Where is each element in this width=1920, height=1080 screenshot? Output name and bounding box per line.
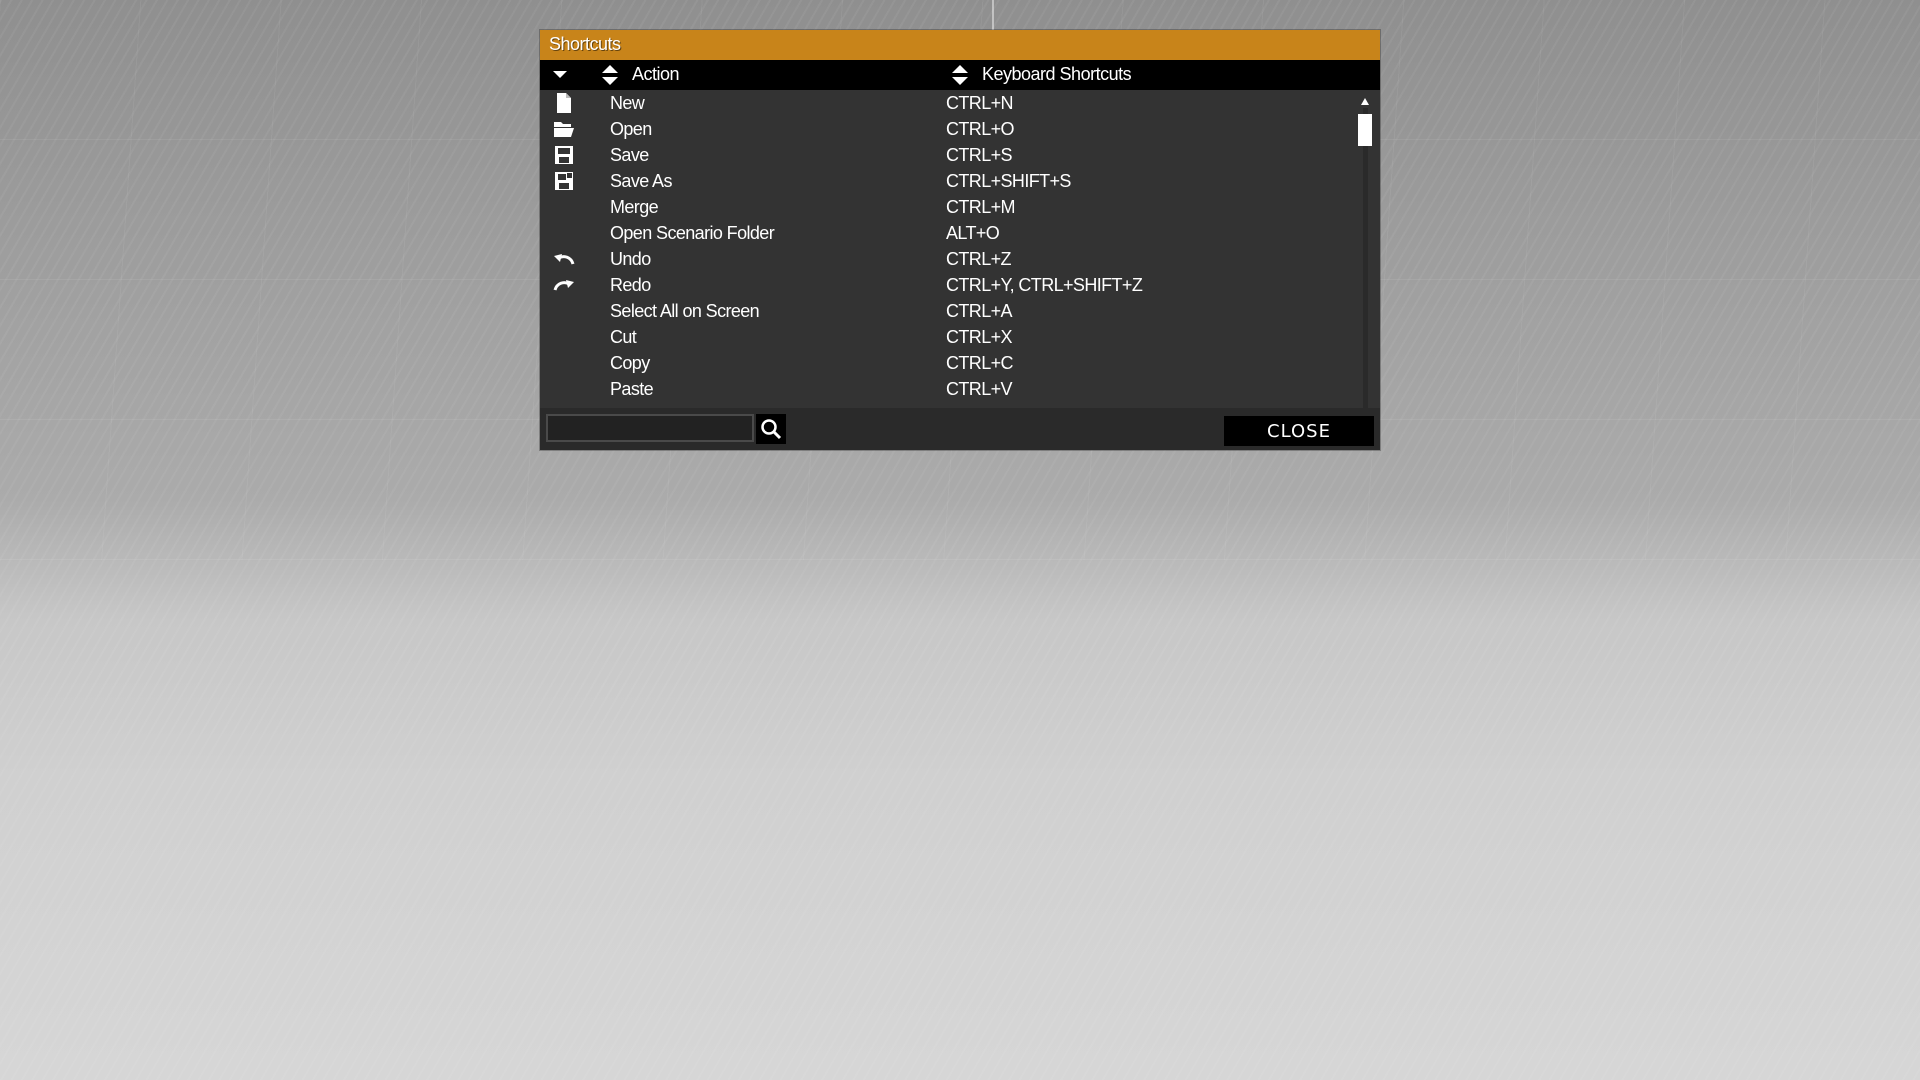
- scroll-up-arrow-icon[interactable]: [1360, 94, 1370, 105]
- shortcut-keys: CTRL+V: [946, 379, 1013, 399]
- shortcut-keys: CTRL+Y, CTRL+SHIFT+Z: [946, 275, 1143, 295]
- shortcut-keys: CTRL+C: [946, 353, 1014, 373]
- list-item[interactable]: Save As CTRL+SHIFT+S: [540, 168, 1360, 194]
- undo-icon: [552, 249, 576, 269]
- list-item[interactable]: Open Scenario Folder ALT+O: [540, 220, 1360, 246]
- shortcut-keys: CTRL+Z: [946, 249, 1012, 269]
- shortcut-keys: CTRL+S: [946, 145, 1013, 165]
- list-item[interactable]: Merge CTRL+M: [540, 194, 1360, 220]
- list-item[interactable]: Undo CTRL+Z: [540, 246, 1360, 272]
- shortcut-keys: ALT+O: [946, 223, 1000, 243]
- action-label: Save: [610, 145, 649, 165]
- close-button[interactable]: CLOSE: [1224, 416, 1374, 446]
- sort-shortcut-icon[interactable]: [950, 64, 970, 86]
- shortcut-keys: CTRL+SHIFT+S: [946, 171, 1071, 191]
- list-item[interactable]: New CTRL+N: [540, 90, 1360, 116]
- save-icon: [552, 145, 576, 165]
- column-header-action[interactable]: Action: [632, 64, 680, 85]
- column-header-shortcuts[interactable]: Keyboard Shortcuts: [982, 64, 1132, 85]
- dialog-title: Shortcuts: [549, 34, 621, 54]
- dialog-titlebar[interactable]: Shortcuts: [540, 30, 1380, 60]
- sort-action-icon[interactable]: [600, 64, 620, 86]
- dialog-footer: CLOSE: [540, 408, 1380, 450]
- list-item[interactable]: Paste CTRL+V: [540, 376, 1360, 402]
- new-file-icon: [552, 93, 576, 113]
- background-line: [992, 0, 994, 30]
- save-as-icon: [552, 171, 576, 191]
- shortcut-list: New CTRL+N Open CTRL+O Save CTRL+S Save …: [540, 90, 1360, 438]
- scroll-track[interactable]: [1363, 108, 1368, 414]
- shortcut-keys: CTRL+M: [946, 197, 1016, 217]
- search-input[interactable]: [546, 414, 754, 442]
- action-label: Copy: [610, 353, 650, 373]
- list-item[interactable]: Open CTRL+O: [540, 116, 1360, 142]
- shortcut-keys: CTRL+A: [946, 301, 1013, 321]
- action-label: Redo: [610, 275, 651, 295]
- action-label: Select All on Screen: [610, 301, 760, 321]
- action-label: Merge: [610, 197, 659, 217]
- shortcuts-dialog: Shortcuts Action Keyboard Shortcuts New …: [540, 30, 1380, 450]
- shortcut-keys: CTRL+X: [946, 327, 1013, 347]
- scroll-thumb[interactable]: [1358, 114, 1372, 146]
- action-label: Undo: [610, 249, 651, 269]
- action-label: New: [610, 93, 645, 113]
- list-item[interactable]: Cut CTRL+X: [540, 324, 1360, 350]
- shortcut-keys: CTRL+O: [946, 119, 1015, 139]
- redo-icon: [552, 275, 576, 295]
- search-icon[interactable]: [756, 414, 786, 444]
- list-header: Action Keyboard Shortcuts: [540, 60, 1380, 90]
- list-scrollbar[interactable]: [1356, 92, 1374, 436]
- action-label: Save As: [610, 171, 672, 191]
- folder-open-icon: [552, 119, 576, 139]
- action-label: Paste: [610, 379, 654, 399]
- shortcut-keys: CTRL+N: [946, 93, 1014, 113]
- list-item[interactable]: Copy CTRL+C: [540, 350, 1360, 376]
- chevron-down-icon[interactable]: [552, 67, 568, 83]
- action-label: Cut: [610, 327, 637, 347]
- list-item[interactable]: Select All on Screen CTRL+A: [540, 298, 1360, 324]
- list-item[interactable]: Save CTRL+S: [540, 142, 1360, 168]
- list-item[interactable]: Redo CTRL+Y, CTRL+SHIFT+Z: [540, 272, 1360, 298]
- action-label: Open Scenario Folder: [610, 223, 775, 243]
- action-label: Open: [610, 119, 652, 139]
